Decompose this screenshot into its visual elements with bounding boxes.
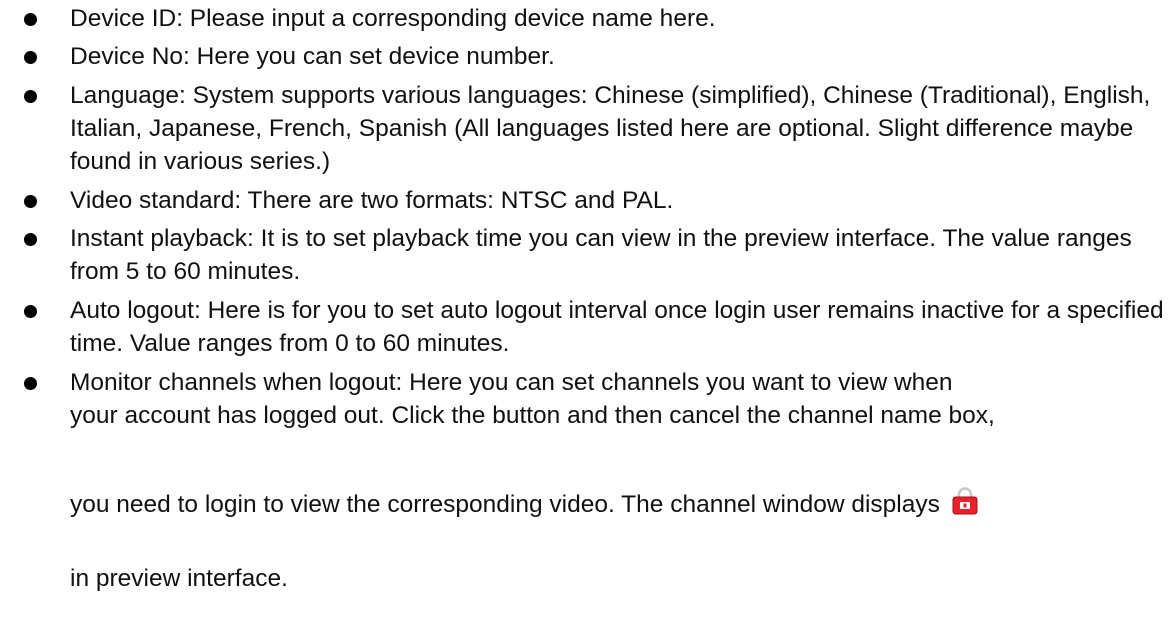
bullet-icon [24, 13, 37, 26]
monitor-line-1: Monitor channels when logout: Here you c… [70, 369, 953, 396]
lock-icon [952, 487, 978, 515]
bullet-icon [24, 305, 37, 318]
monitor-line-2: your account has logged out. Click the b… [70, 402, 995, 429]
video-standard-text: Video standard: There are two formats: N… [70, 187, 674, 214]
bullet-icon [24, 195, 37, 208]
instant-playback-text: Instant playback: It is to set playback … [70, 225, 1132, 285]
device-id-text: Device ID: Please input a corresponding … [70, 5, 716, 32]
bullet-icon [24, 90, 37, 103]
list-item: Auto logout: Here is for you to set auto… [0, 294, 1175, 360]
language-text: Language: System supports various langua… [70, 82, 1151, 175]
list-item: Instant playback: It is to set playback … [0, 222, 1175, 288]
device-no-text: Device No: Here you can set device numbe… [70, 43, 555, 70]
auto-logout-text: Auto logout: Here is for you to set auto… [70, 297, 1164, 357]
list-item: Device No: Here you can set device numbe… [0, 40, 1175, 73]
list-item: Monitor channels when logout: Here you c… [0, 366, 1175, 432]
list-item: Language: System supports various langua… [0, 79, 1175, 178]
bullet-icon [24, 377, 37, 390]
monitor-continuation: in preview interface. [0, 562, 1175, 595]
monitor-line-4: in preview interface. [70, 565, 288, 592]
bullet-icon [24, 51, 37, 64]
monitor-line-3: you need to login to view the correspond… [70, 491, 940, 518]
monitor-continuation: you need to login to view the correspond… [0, 487, 1175, 521]
list-item: Video standard: There are two formats: N… [0, 184, 1175, 217]
list-item: Device ID: Please input a corresponding … [0, 2, 1175, 35]
bullet-icon [24, 233, 37, 246]
